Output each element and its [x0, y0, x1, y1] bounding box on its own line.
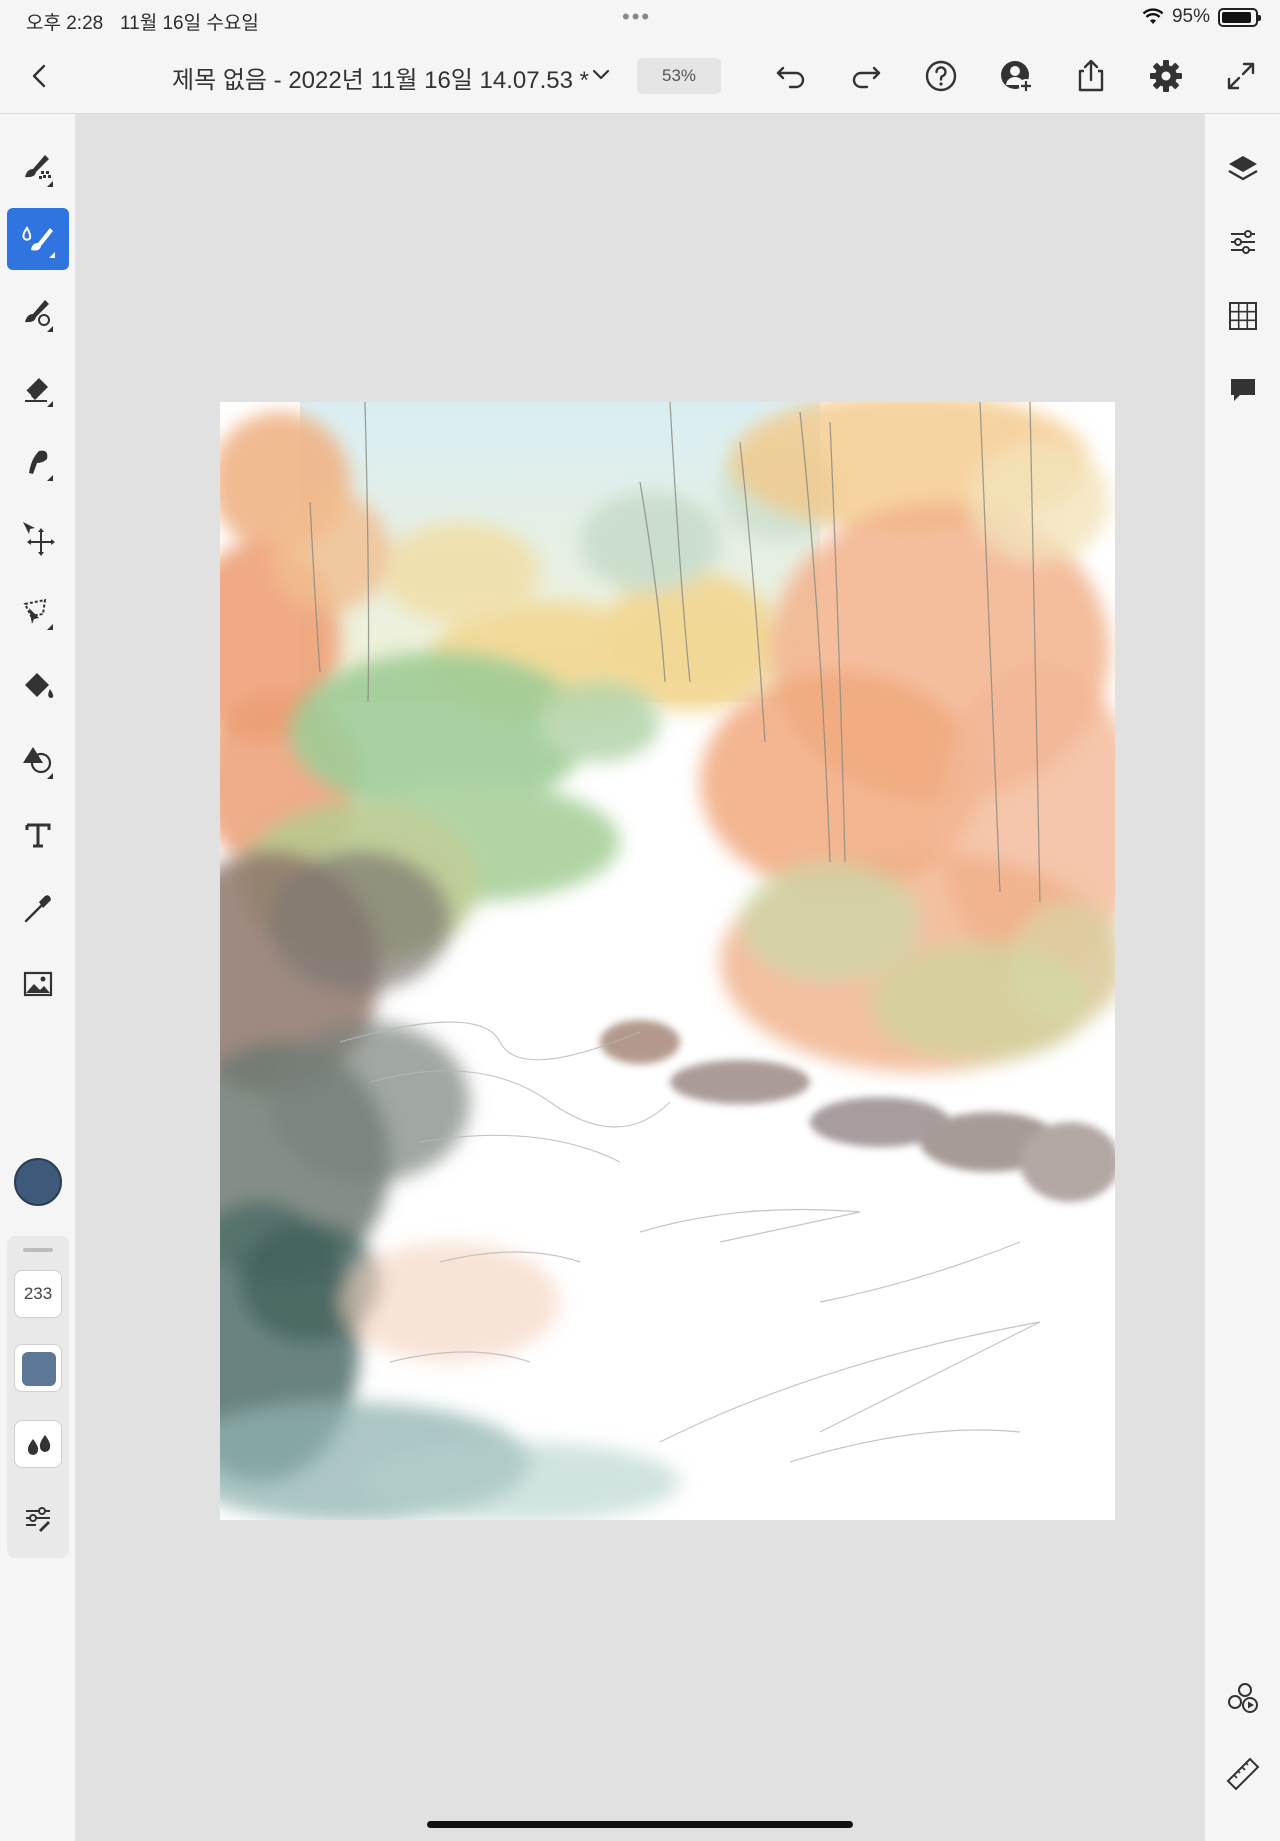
- right-toolbar: [1205, 114, 1280, 1841]
- adjustments-icon[interactable]: [1223, 222, 1263, 262]
- undo-icon[interactable]: [771, 56, 811, 96]
- vector-brush-icon: [25, 300, 53, 332]
- shapes-tool[interactable]: [7, 729, 69, 791]
- brush-flow-button[interactable]: [14, 1420, 62, 1468]
- pixel-brush-tool[interactable]: [7, 137, 69, 199]
- brush-settings-button[interactable]: [14, 1494, 62, 1542]
- left-toolbar: 233: [0, 114, 75, 1841]
- livestream-icon[interactable]: [1223, 1678, 1263, 1718]
- status-date: 11월 16일 수요일: [120, 13, 259, 34]
- live-brush-icon: [22, 226, 55, 258]
- status-right: 95%: [1142, 6, 1261, 28]
- battery-icon: [1218, 7, 1261, 27]
- lasso-selection-icon: [23, 598, 53, 630]
- brush-settings-icon: [26, 1507, 50, 1532]
- eraser-tool[interactable]: [7, 357, 69, 419]
- live-brush-tool[interactable]: [7, 208, 69, 270]
- panel-grip[interactable]: [23, 1248, 53, 1252]
- fullscreen-icon[interactable]: [1221, 56, 1261, 96]
- wifi-icon: [1142, 8, 1164, 24]
- water-drops-icon: [27, 1435, 51, 1455]
- eyedropper-tool[interactable]: [7, 878, 69, 940]
- transform-tool[interactable]: [7, 506, 69, 568]
- chevron-down-icon[interactable]: [588, 62, 614, 88]
- pixel-brush-icon: [25, 155, 53, 187]
- help-icon[interactable]: [921, 56, 961, 96]
- settings-icon[interactable]: [1146, 56, 1186, 96]
- ruler-icon[interactable]: [1223, 1754, 1263, 1794]
- layers-icon[interactable]: [1223, 148, 1263, 188]
- brush-opacity-swatch[interactable]: [14, 1344, 62, 1392]
- vector-brush-tool[interactable]: [7, 282, 69, 344]
- text-icon: [25, 823, 51, 848]
- fill-tool[interactable]: [7, 655, 69, 717]
- invite-icon[interactable]: [996, 56, 1036, 96]
- watercolor-painting[interactable]: [220, 402, 1115, 1520]
- image-icon: [23, 971, 53, 997]
- share-icon[interactable]: [1071, 56, 1111, 96]
- home-indicator[interactable]: [427, 1821, 853, 1828]
- redo-icon[interactable]: [846, 56, 886, 96]
- transform-icon: [23, 522, 55, 556]
- comment-icon[interactable]: [1223, 370, 1263, 410]
- brush-settings-panel: 233: [7, 1236, 69, 1558]
- paint-bucket-icon: [25, 673, 54, 698]
- status-time: 오후 2:28: [26, 13, 104, 34]
- zoom-level[interactable]: 53%: [637, 58, 721, 94]
- top-toolbar: 제목 없음 - 2022년 11월 16일 14.07.53 * 53%: [0, 38, 1280, 114]
- smudge-tool[interactable]: [7, 431, 69, 493]
- drawing-canvas[interactable]: [220, 402, 1115, 1520]
- current-color-swatch[interactable]: [14, 1158, 62, 1206]
- battery-percent: 95%: [1171, 6, 1210, 27]
- eraser-icon: [25, 378, 53, 407]
- brush-size-field[interactable]: 233: [14, 1270, 62, 1318]
- eyedropper-icon: [24, 895, 51, 923]
- multitasking-dots-icon[interactable]: •••: [622, 4, 651, 30]
- image-tool[interactable]: [7, 953, 69, 1015]
- back-icon[interactable]: [22, 58, 58, 94]
- selection-tool[interactable]: [7, 580, 69, 642]
- text-tool[interactable]: [7, 804, 69, 866]
- grid-icon[interactable]: [1223, 296, 1263, 336]
- smudge-icon: [29, 450, 53, 481]
- shapes-icon: [23, 747, 53, 779]
- status-bar: 오후 2:28 11월 16일 수요일 ••• 95%: [0, 0, 1280, 38]
- document-title[interactable]: 제목 없음 - 2022년 11월 16일 14.07.53 *: [172, 60, 589, 95]
